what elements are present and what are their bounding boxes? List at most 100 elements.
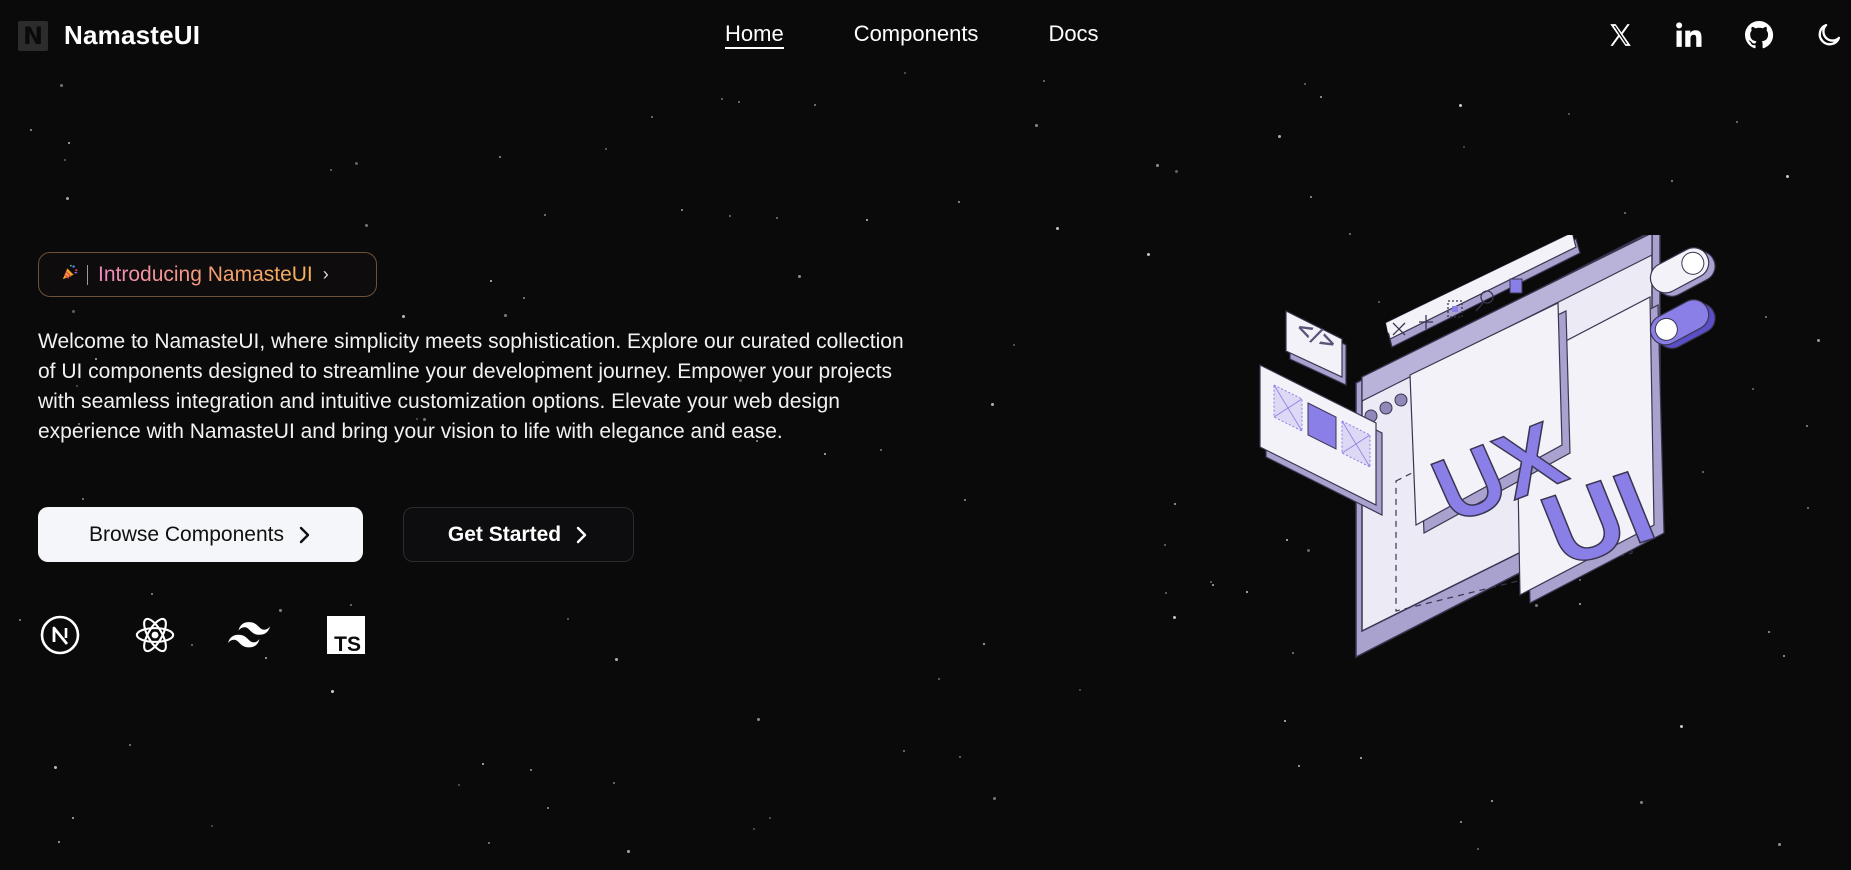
star-dot [1752,388,1754,390]
star-dot [738,101,740,103]
intro-badge[interactable]: Introducing NamasteUI › [38,252,377,297]
star-dot [72,817,74,819]
get-started-label: Get Started [447,522,562,546]
star-dot [490,280,492,282]
badge-text: Introducing NamasteUI [98,262,313,286]
star-dot [1298,765,1300,767]
star-dot [605,148,607,150]
star-dot [866,219,868,221]
badge-divider [87,264,88,285]
star-dot [1736,121,1738,123]
star-dot [1013,344,1015,346]
star-dot [938,678,940,680]
star-dot [1786,175,1789,178]
star-dot [54,766,57,769]
moon-icon[interactable] [1811,17,1847,53]
star-dot [458,784,460,786]
typescript-icon: TS [325,614,367,656]
star-dot [504,314,507,317]
nav-link-components[interactable]: Components [854,21,979,49]
star-dot [753,828,755,830]
star-dot [72,310,75,313]
star-dot [523,297,525,299]
star-dot [1079,689,1081,691]
star-dot [1304,83,1306,85]
star-dot [1778,843,1781,846]
star-dot [1212,584,1214,586]
star-dot [1174,503,1176,505]
star-dot [1284,720,1286,722]
star-dot [129,744,131,746]
star-dot [1043,80,1045,82]
star-dot [993,797,996,800]
star-dot [499,156,501,158]
star-dot [769,817,771,819]
star-dot [1173,616,1176,619]
tailwind-icon [228,614,270,656]
star-dot [651,116,653,118]
star-dot [151,593,153,595]
star-dot [964,499,966,501]
star-dot [757,718,760,721]
star-dot [365,224,368,227]
star-dot [482,763,484,765]
star-dot [1477,848,1479,850]
star-dot [1278,135,1281,138]
star-dot [330,169,332,171]
chevron-right-icon [575,525,589,545]
star-dot [1175,170,1178,173]
star-dot [613,782,615,784]
nav-link-home[interactable]: Home [725,21,784,49]
star-dot [903,750,905,752]
star-dot [331,690,334,693]
star-dot [824,453,826,455]
get-started-button[interactable]: Get Started [403,507,634,562]
star-dot [1459,104,1462,107]
star-dot [1360,757,1362,759]
star-dot [1210,581,1212,583]
star-dot [1624,212,1626,214]
x-icon[interactable] [1602,17,1638,53]
browse-components-label: Browse Components [89,522,284,546]
star-dot [1807,507,1809,509]
star-dot [814,104,816,106]
star-dot [279,609,282,612]
brand[interactable]: N NamasteUI [18,20,200,51]
star-dot [567,618,569,620]
star-dot [798,275,801,278]
star-dot [776,217,778,219]
chevron-right-icon [298,525,312,545]
star-dot [402,315,405,318]
star-dot [983,643,985,645]
star-dot [1671,180,1673,182]
linkedin-icon[interactable] [1671,17,1707,53]
typescript-label: TS [334,633,361,655]
brand-name: NamasteUI [64,20,201,50]
star-dot [19,619,21,621]
star-dot [1164,544,1166,546]
star-dot [729,215,731,217]
main-nav: Home Components Docs [725,21,1169,49]
star-dot [1491,800,1493,802]
star-dot [530,769,532,771]
star-dot [66,197,69,200]
star-dot [1817,339,1820,342]
star-dot [991,403,994,406]
hero-illustration: </> UI UX [1240,225,1740,665]
star-dot [82,498,84,500]
nav-link-docs[interactable]: Docs [1048,21,1098,49]
star-dot [211,825,213,827]
star-dot [681,209,683,211]
star-dot [265,657,267,659]
star-dot [30,129,32,131]
browse-components-button[interactable]: Browse Components [38,507,363,562]
star-dot [615,658,618,661]
star-dot [958,201,960,203]
star-dot [904,72,906,74]
github-icon[interactable] [1741,17,1777,53]
star-dot [60,84,63,87]
star-dot [1056,227,1059,230]
star-dot [1768,631,1770,633]
star-dot [64,159,66,161]
brand-logo: N [18,20,48,51]
